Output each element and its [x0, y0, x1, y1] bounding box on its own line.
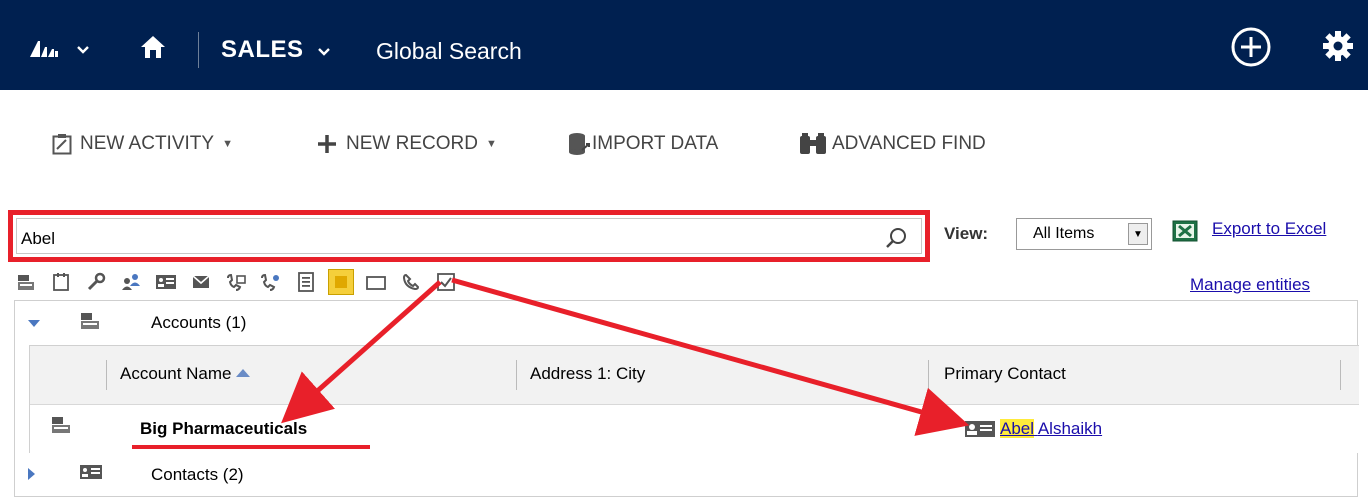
export-to-excel-link[interactable]: Export to Excel	[1212, 219, 1326, 239]
chevron-down-icon[interactable]	[76, 42, 90, 60]
import-data-button[interactable]: IMPORT DATA	[568, 128, 718, 160]
nav-separator	[198, 32, 199, 68]
search-match-highlight: Abel	[1000, 419, 1035, 438]
sort-ascending-icon	[235, 369, 250, 377]
search-field[interactable]: Abel	[16, 218, 922, 254]
contact-last-name: Alshaikh	[1037, 419, 1103, 438]
column-divider	[928, 360, 929, 390]
new-activity-label: NEW ACTIVITY	[80, 133, 215, 154]
group-header-contacts[interactable]: Contacts (2)	[15, 453, 1357, 497]
new-activity-button[interactable]: NEW ACTIVITY ▼	[52, 128, 233, 160]
account-filter-icon[interactable]	[14, 270, 38, 294]
new-record-button[interactable]: NEW RECORD ▼	[316, 128, 497, 160]
primary-contact-link[interactable]: Abel Alshaikh	[1000, 419, 1102, 439]
settings-gear-icon[interactable]	[1322, 30, 1354, 67]
create-plus-icon[interactable]	[1230, 26, 1272, 73]
group-header-accounts[interactable]: Accounts (1)	[15, 301, 1357, 345]
table-row[interactable]: Big Pharmaceuticals Abel Alshaikh	[30, 405, 1359, 453]
annotation-underline	[132, 445, 370, 449]
team-filter-icon[interactable]	[119, 270, 143, 294]
new-record-label: NEW RECORD	[346, 133, 478, 154]
contact-card-filter-icon[interactable]	[154, 270, 178, 294]
group-name: Contacts (2)	[151, 465, 244, 484]
account-row-icon	[50, 415, 72, 440]
phone-contact-filter-icon[interactable]	[259, 270, 283, 294]
account-name-cell[interactable]: Big Pharmaceuticals	[140, 419, 307, 439]
import-data-icon	[568, 132, 590, 156]
manage-entities-link[interactable]: Manage entities	[1190, 275, 1310, 295]
dropdown-caret-icon: ▼	[222, 138, 233, 150]
import-data-label: IMPORT DATA	[592, 133, 719, 154]
phone-call-filter-icon[interactable]	[399, 270, 423, 294]
column-header-label: Account Name	[120, 364, 232, 383]
highlighted-filter-icon[interactable]	[328, 269, 354, 295]
column-divider	[1340, 360, 1341, 390]
expand-toggle-icon[interactable]	[27, 314, 41, 334]
binoculars-icon	[798, 132, 828, 156]
search-input[interactable]: Abel	[21, 229, 55, 249]
group-name: Accounts (1)	[151, 313, 247, 332]
module-label: SALES	[221, 36, 304, 63]
search-annotation-frame: Abel	[8, 210, 930, 262]
account-icon	[79, 311, 101, 336]
results-panel: Accounts (1) Account Name Address 1: Cit…	[14, 300, 1359, 497]
advanced-find-label: ADVANCED FIND	[832, 133, 986, 154]
wrench-filter-icon[interactable]	[84, 270, 108, 294]
view-label: View:	[944, 224, 989, 243]
document-filter-icon[interactable]	[294, 270, 318, 294]
page-title: Global Search	[376, 38, 522, 64]
column-header-primary-contact[interactable]: Primary Contact	[944, 364, 1066, 384]
excel-icon[interactable]	[1172, 220, 1198, 247]
column-divider	[516, 360, 517, 390]
view-selected-value: All Items	[1033, 225, 1095, 242]
command-bar: NEW ACTIVITY ▼ NEW RECORD ▼ IMPORT DATA	[0, 128, 1368, 160]
grid-header: Account Name Address 1: City Primary Con…	[30, 346, 1359, 405]
module-menu[interactable]: SALES	[221, 36, 331, 64]
contact-card-icon	[79, 463, 103, 486]
collapsed-toggle-icon[interactable]	[25, 466, 37, 486]
folder-filter-icon[interactable]	[364, 270, 388, 294]
accounts-grid: Account Name Address 1: City Primary Con…	[29, 345, 1359, 453]
entity-filter-strip	[14, 268, 469, 296]
dropdown-caret-icon: ▼	[485, 138, 497, 150]
column-header-city[interactable]: Address 1: City	[530, 364, 645, 384]
plus-icon	[316, 133, 338, 155]
column-divider	[106, 360, 107, 390]
dynamics-logo-icon[interactable]	[28, 38, 60, 63]
calendar-filter-icon[interactable]	[49, 270, 73, 294]
contact-card-icon	[964, 419, 996, 444]
search-icon[interactable]	[885, 226, 909, 255]
fax-phone-filter-icon[interactable]	[224, 270, 248, 294]
top-nav-bar: SALES Global Search	[0, 0, 1368, 90]
advanced-find-button[interactable]: ADVANCED FIND	[798, 128, 986, 160]
email-filter-icon[interactable]	[189, 270, 213, 294]
task-checkbox-filter-icon[interactable]	[434, 270, 458, 294]
chevron-down-icon	[317, 48, 330, 56]
view-select[interactable]: All Items ▼	[1016, 218, 1152, 250]
home-icon[interactable]	[140, 34, 166, 65]
dropdown-arrow-icon[interactable]: ▼	[1128, 223, 1148, 245]
activity-icon	[52, 133, 72, 155]
column-header-account-name[interactable]: Account Name	[120, 364, 250, 384]
